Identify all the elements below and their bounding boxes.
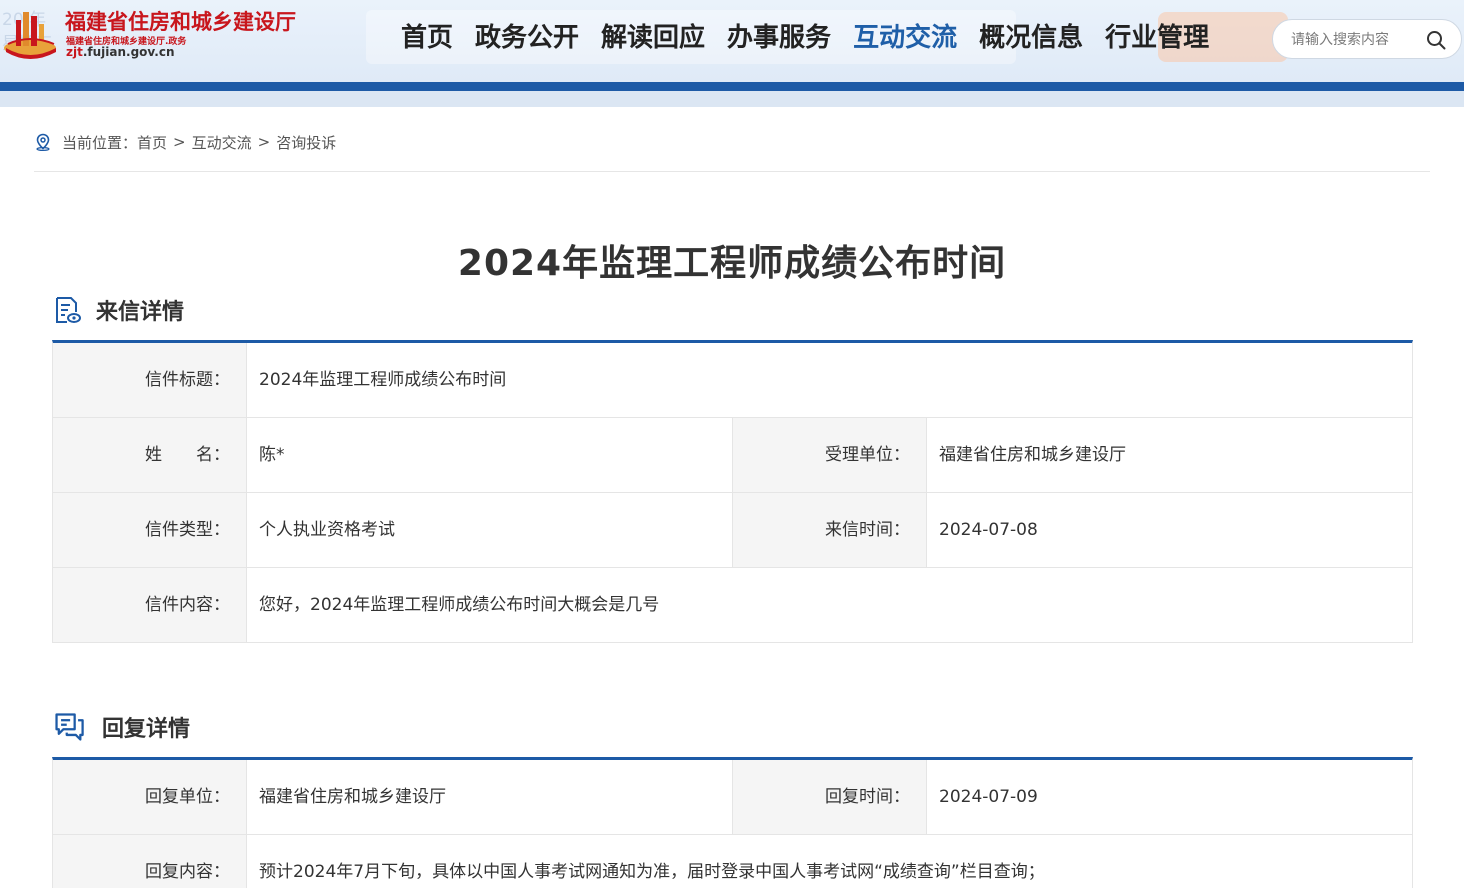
letter-details-table: 信件标题： 2024年监理工程师成绩公布时间 姓 名： 陈* 受理单位： 福建省…	[52, 340, 1413, 643]
header-light-bar	[0, 91, 1464, 107]
table-row: 信件标题： 2024年监理工程师成绩公布时间	[53, 343, 1412, 418]
nav-item-services[interactable]: 办事服务	[716, 18, 842, 58]
nav-item-home[interactable]: 首页	[390, 18, 464, 58]
reply-time-value: 2024-07-09	[939, 787, 1038, 807]
emblem-icon	[4, 12, 56, 59]
letter-section-header: 来信详情	[52, 294, 184, 326]
table-row: 信件内容： 您好，2024年监理工程师成绩公布时间大概会是几号	[53, 568, 1412, 643]
letter-section-title: 来信详情	[96, 300, 185, 325]
type-value: 个人执业资格考试	[247, 493, 733, 567]
breadcrumb-separator: >	[173, 133, 186, 151]
date-label: 来信时间：	[733, 493, 927, 567]
nav-item-industry[interactable]: 行业管理	[1094, 18, 1220, 58]
reply-time-label: 回复时间：	[733, 760, 927, 834]
breadcrumb-interaction[interactable]: 互动交流	[192, 132, 252, 153]
table-row: 回复内容： 预计2024年7月下旬，具体以中国人事考试网通知为准，届时登录中国人…	[53, 835, 1412, 888]
content-panel: 当前位置： 首页 > 互动交流 > 咨询投诉 2024年监理工程师成绩公布时间 …	[0, 107, 1464, 888]
logo-url: zjt.fujian.gov.cn	[66, 45, 175, 59]
reply-section-header: 回复详情	[52, 710, 190, 744]
location-pin-icon	[36, 133, 50, 151]
page-title: 2024年监理工程师成绩公布时间	[457, 243, 1007, 284]
breadcrumb-consult[interactable]: 咨询投诉	[276, 132, 336, 153]
type-label: 信件类型：	[53, 493, 247, 567]
department-label: 受理单位：	[733, 418, 927, 492]
reply-content-label: 回复内容：	[53, 835, 247, 888]
content-label: 信件内容：	[53, 568, 247, 642]
site-header: 20 年 星期五 福建省住房和城乡建设厅 福建省住房和城乡建设厅.政务 zjt.…	[0, 0, 1464, 82]
reply-section-title: 回复详情	[102, 717, 191, 742]
main-nav: 首页 政务公开 解读回应 办事服务 互动交流 概况信息 行业管理	[390, 18, 1220, 58]
nav-item-overview[interactable]: 概况信息	[968, 18, 1094, 58]
document-view-icon	[56, 297, 81, 323]
name-value: 陈*	[247, 418, 733, 492]
search-icon[interactable]	[1425, 29, 1447, 51]
site-logo[interactable]: 福建省住房和城乡建设厅 福建省住房和城乡建设厅.政务 zjt.fujian.go…	[2, 4, 342, 64]
chat-bubble-icon	[55, 713, 84, 741]
table-row: 姓 名： 陈* 受理单位： 福建省住房和城乡建设厅	[53, 418, 1412, 493]
reply-content-value: 预计2024年7月下旬，具体以中国人事考试网通知为准，届时登录中国人事考试网“成…	[259, 862, 1045, 882]
date-value: 2024-07-08	[939, 520, 1038, 540]
breadcrumb: 当前位置： 首页 > 互动交流 > 咨询投诉	[34, 131, 336, 153]
department-value: 福建省住房和城乡建设厅	[939, 445, 1126, 465]
search-input[interactable]	[1291, 29, 1421, 51]
table-row: 回复单位： 福建省住房和城乡建设厅 回复时间： 2024-07-09	[53, 760, 1412, 835]
name-label: 姓 名：	[53, 418, 247, 492]
nav-item-interaction[interactable]: 互动交流	[842, 18, 968, 58]
reply-unit-label: 回复单位：	[53, 760, 247, 834]
subject-value: 2024年监理工程师成绩公布时间	[259, 370, 507, 390]
nav-item-interpretation[interactable]: 解读回应	[590, 18, 716, 58]
reply-details-table: 回复单位： 福建省住房和城乡建设厅 回复时间： 2024-07-09 回复内容：…	[52, 757, 1413, 888]
breadcrumb-divider	[34, 171, 1430, 172]
reply-unit-value: 福建省住房和城乡建设厅	[247, 760, 733, 834]
table-row: 信件类型： 个人执业资格考试 来信时间： 2024-07-08	[53, 493, 1412, 568]
content-value: 您好，2024年监理工程师成绩公布时间大概会是几号	[259, 595, 660, 615]
nav-item-government-affairs[interactable]: 政务公开	[464, 18, 590, 58]
search-box	[1272, 19, 1462, 59]
breadcrumb-prefix: 当前位置：	[62, 133, 138, 152]
breadcrumb-home[interactable]: 首页	[137, 132, 167, 153]
subject-label: 信件标题：	[53, 343, 247, 417]
header-blue-bar	[0, 82, 1464, 91]
breadcrumb-separator: >	[257, 133, 271, 151]
logo-title: 福建省住房和城乡建设厅	[65, 9, 296, 34]
